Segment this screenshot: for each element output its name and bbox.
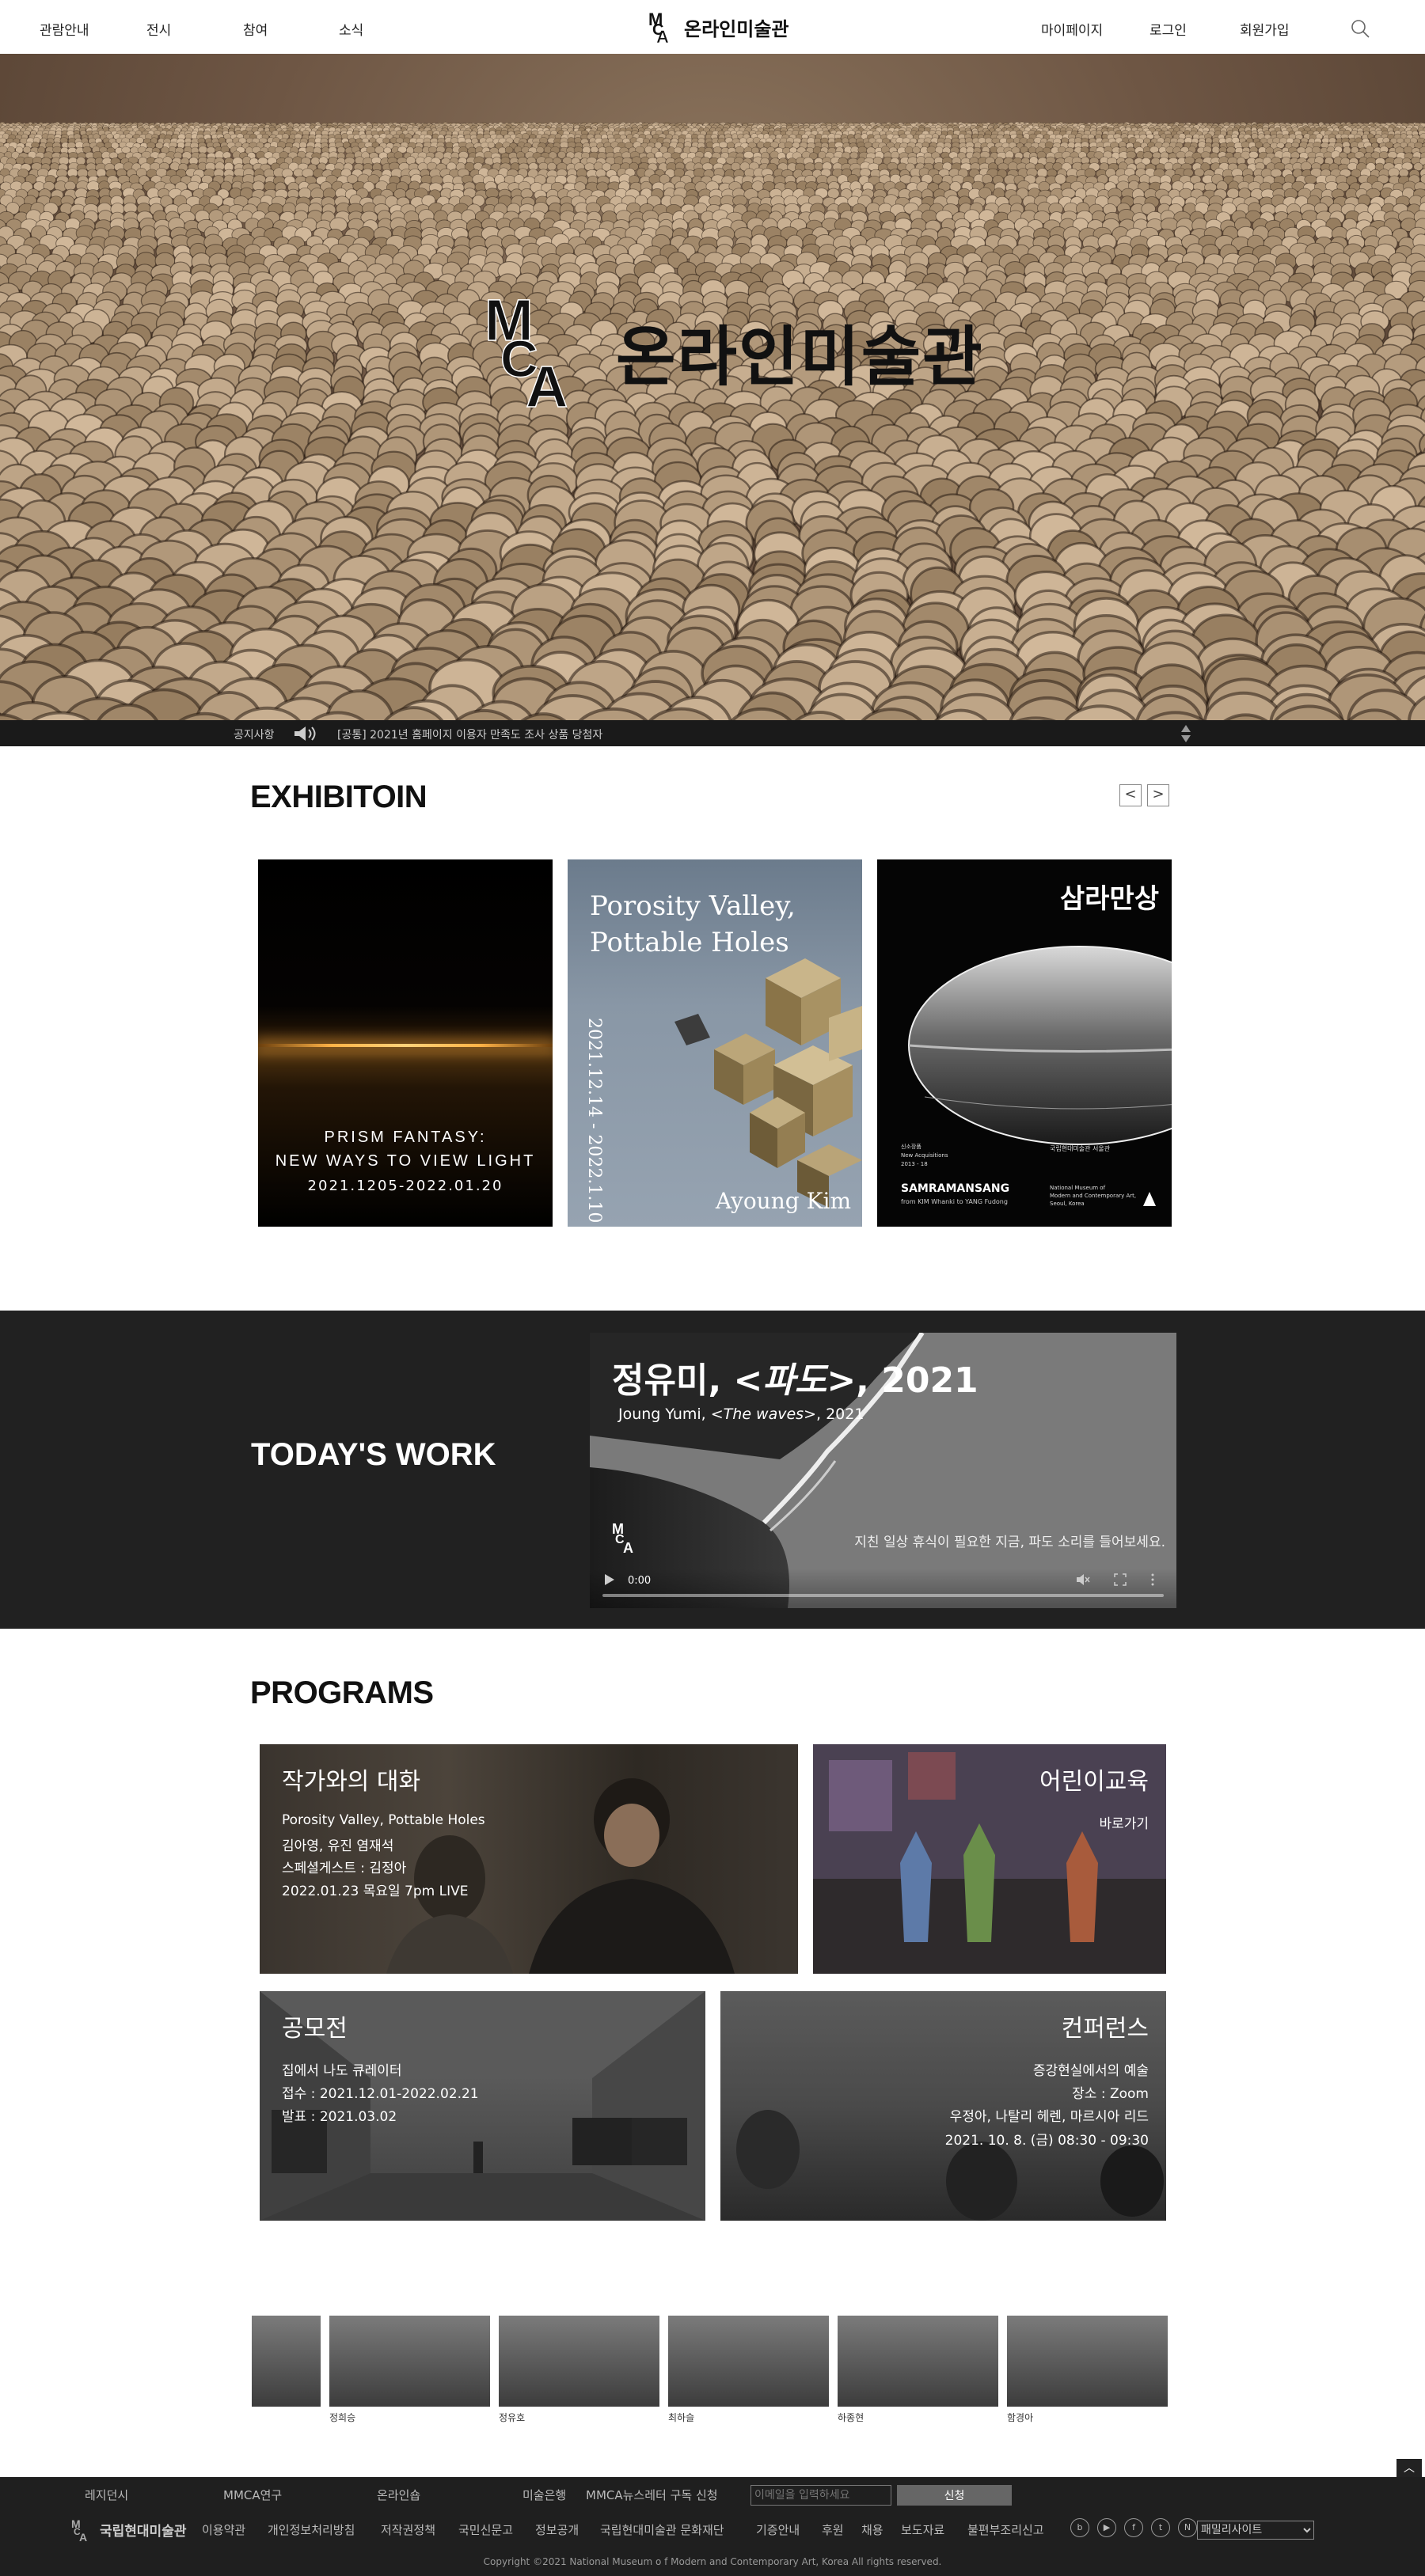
pebble bbox=[198, 146, 208, 154]
pebble bbox=[701, 162, 713, 171]
mmca-logo-icon: M A C bbox=[648, 9, 669, 44]
pebble bbox=[1126, 150, 1137, 159]
nav-visit[interactable]: 관람안내 bbox=[40, 19, 89, 39]
pebble bbox=[1365, 146, 1374, 154]
pebble bbox=[849, 151, 859, 160]
pebble bbox=[547, 162, 557, 171]
pebble bbox=[1248, 150, 1259, 159]
pebble bbox=[23, 156, 35, 165]
nav-participation[interactable]: 참여 bbox=[243, 19, 268, 39]
top-navigation: 관람안내 전시 참여 소식 M A C 온라인미술관 마이페이지 로그인 회원가… bbox=[0, 0, 1425, 54]
pebble bbox=[693, 168, 706, 178]
pebble bbox=[1165, 146, 1175, 154]
pebble bbox=[1226, 188, 1240, 199]
site-logo[interactable]: M A C 온라인미술관 bbox=[648, 9, 788, 44]
pebble bbox=[206, 146, 216, 154]
site-logo-text: 온라인미술관 bbox=[684, 17, 789, 40]
pebble bbox=[135, 137, 144, 144]
pebble bbox=[743, 151, 754, 159]
nav-exhibition[interactable]: 전시 bbox=[146, 19, 171, 39]
pebble bbox=[712, 146, 723, 154]
hero-banner[interactable]: M C A 온라인미술관 bbox=[0, 54, 1425, 720]
pebble bbox=[1304, 174, 1317, 184]
pebble bbox=[718, 141, 728, 149]
search-icon[interactable] bbox=[1351, 19, 1370, 38]
pebble bbox=[52, 146, 62, 154]
nav-mypage[interactable]: 마이페이지 bbox=[1041, 19, 1103, 39]
nav-signup[interactable]: 회원가입 bbox=[1240, 19, 1290, 39]
nav-news[interactable]: 소식 bbox=[339, 19, 363, 39]
nav-login[interactable]: 로그인 bbox=[1150, 19, 1187, 39]
pebble bbox=[814, 161, 824, 171]
pebble bbox=[735, 146, 745, 154]
